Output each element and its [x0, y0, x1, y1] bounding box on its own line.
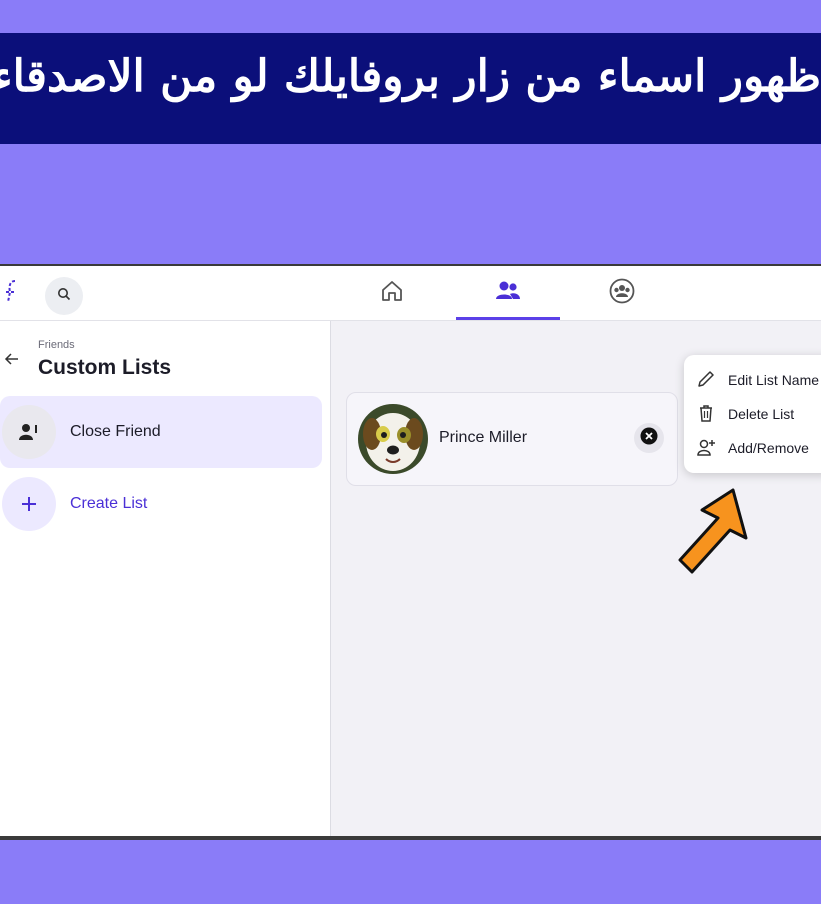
search-button[interactable] [45, 277, 83, 315]
sidebar-item-label: Create List [70, 495, 148, 512]
brand-logo[interactable] [3, 278, 23, 306]
menu-item-label: Add/Remove [728, 440, 809, 456]
page-title: Custom Lists [38, 356, 172, 379]
friends-tab[interactable] [456, 266, 560, 320]
menu-item-label: Edit List Name [728, 372, 820, 388]
sidebar: Friends Custom Lists Close Friend Create… [0, 321, 331, 838]
user-list-icon [2, 405, 56, 459]
menu-item-delete-list[interactable]: Delete List [696, 399, 794, 429]
frame-background [0, 144, 821, 264]
trash-icon [696, 403, 716, 426]
groups-tab[interactable] [570, 266, 674, 320]
groups-icon [608, 277, 636, 310]
plus-icon [2, 477, 56, 531]
sidebar-item-label: Close Friend [70, 423, 161, 440]
close-circle-icon [640, 427, 658, 450]
menu-item-label: Delete List [728, 406, 795, 422]
sidebar-item-close-friend[interactable]: Close Friend [0, 396, 322, 468]
sidebar-item-create-list[interactable]: Create List [0, 468, 322, 540]
title-banner: ظهور اسماء من زار بروفايلك لو من الاصدقا… [0, 33, 821, 144]
remove-friend-button[interactable] [634, 423, 664, 453]
list-options-menu: Edit List Name Delete List Add/Remove [684, 355, 821, 473]
banner-text: ظهور اسماء من زار بروفايلك لو من الاصدقا… [0, 51, 821, 102]
friend-name[interactable]: Prince Miller [439, 429, 527, 447]
pointer-arrow-icon [672, 486, 752, 581]
friend-card[interactable]: Prince Miller [346, 392, 678, 486]
menu-item-add-remove[interactable]: Add/Remove [696, 433, 809, 463]
friends-icon [494, 279, 522, 308]
add-user-icon [696, 437, 716, 460]
app-screen: Friends Custom Lists Close Friend Create… [0, 264, 821, 838]
home-icon [379, 278, 405, 309]
home-tab[interactable] [340, 266, 444, 320]
breadcrumb[interactable]: Friends [38, 339, 75, 351]
top-navigation-bar [0, 266, 821, 321]
frame-footer [0, 836, 821, 904]
menu-item-edit-list-name[interactable]: Edit List Name [696, 365, 819, 395]
avatar [358, 404, 428, 474]
pencil-icon [696, 369, 716, 392]
back-arrow-icon[interactable] [4, 351, 20, 367]
search-icon [57, 287, 71, 306]
